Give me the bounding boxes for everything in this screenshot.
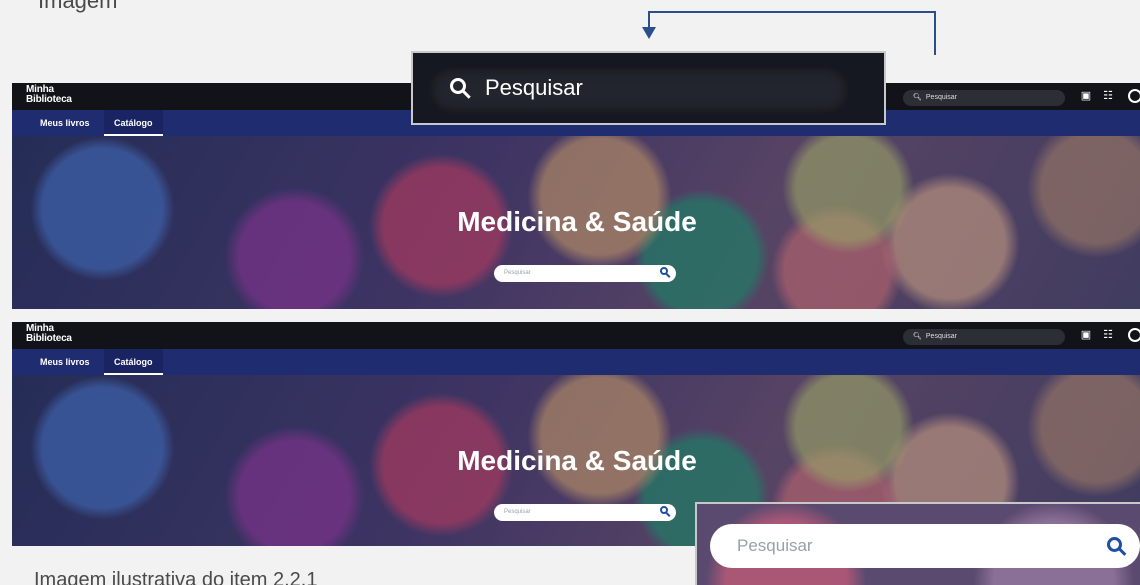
zoomed-search-placeholder: Pesquisar [737,536,813,555]
search-icon: 🔍︎ [913,94,922,101]
user-icon[interactable] [1128,328,1140,342]
arrow-head-icon [642,27,656,39]
search-icon [450,78,466,94]
search-icon [1107,537,1122,552]
top-search-placeholder: Pesquisar [925,333,958,340]
zoom-callout-hero-search: Pesquisar [695,502,1140,585]
logo-line2: Biblioteca [26,94,72,105]
tab-catalogo[interactable]: Catálogo [104,349,163,375]
search-icon: 🔍︎ [913,333,922,340]
connector-line [934,11,936,55]
zoomed-search-placeholder: Pesquisar [485,75,583,100]
figure-caption: Imagem ilustrativa do item 2.2.1 [34,569,318,585]
top-cut-text: Imagem [38,0,118,13]
nav-bar: Meus livros Catálogo [12,349,1140,375]
reader-icon[interactable]: ▣ [1080,90,1092,102]
hero-banner: Medicina & Saúde Pesquisar [12,136,1140,309]
top-search-placeholder: Pesquisar [925,94,958,101]
tab-catalogo[interactable]: Catálogo [104,110,163,136]
connector-line [648,11,936,13]
document-page: Imagem Minha Biblioteca 🔍︎ Pesquisar ▣ ☷ … [0,0,1140,585]
reader-icon[interactable]: ▣ [1080,329,1092,341]
apps-icon[interactable]: ☷ [1102,329,1114,341]
top-search-input[interactable]: 🔍︎ Pesquisar [903,90,1065,106]
hero-search-input[interactable]: Pesquisar [494,265,676,282]
top-bar: Minha Biblioteca 🔍︎ Pesquisar ▣ ☷ [12,322,1140,349]
logo-line2: Biblioteca [26,333,72,344]
logo[interactable]: Minha Biblioteca [26,85,72,105]
hero-search-placeholder: Pesquisar [504,509,531,515]
apps-icon[interactable]: ☷ [1102,90,1114,102]
tab-meus-livros[interactable]: Meus livros [30,349,100,375]
user-icon[interactable] [1128,89,1140,103]
hero-title: Medicina & Saúde [457,206,697,237]
search-icon[interactable] [660,267,668,275]
search-icon[interactable] [660,506,668,514]
hero-search-placeholder: Pesquisar [504,270,531,276]
tab-meus-livros[interactable]: Meus livros [30,110,100,136]
logo[interactable]: Minha Biblioteca [26,324,72,344]
hero-search-input[interactable]: Pesquisar [494,504,676,521]
hero-title: Medicina & Saúde [457,445,697,476]
zoom-callout-top-search: Pesquisar [411,51,886,125]
top-search-input[interactable]: 🔍︎ Pesquisar [903,329,1065,345]
